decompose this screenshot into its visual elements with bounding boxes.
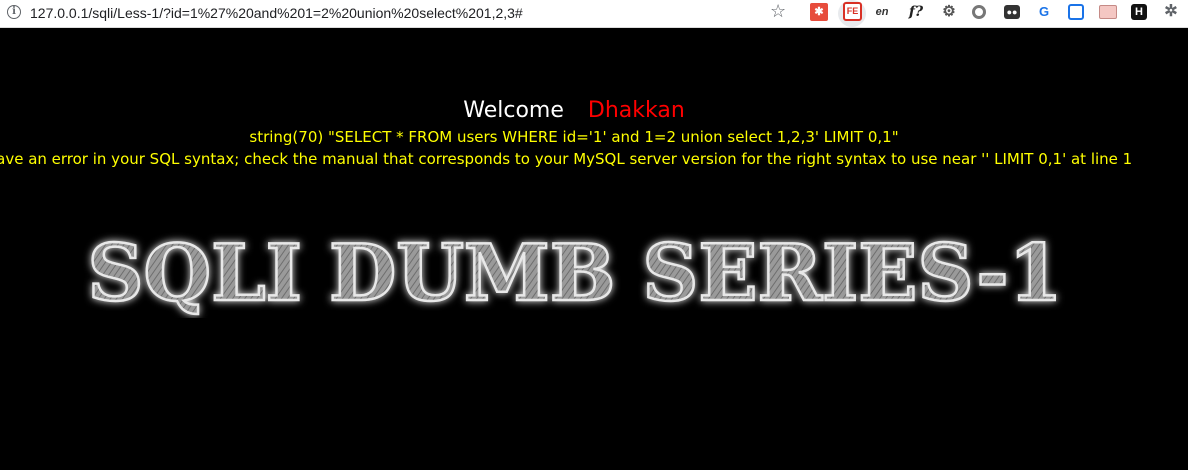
puzzle-icon[interactable]: ✲ (1162, 3, 1180, 21)
circle-icon[interactable] (972, 5, 986, 19)
fe-helper-icon[interactable]: FE (843, 2, 862, 21)
query-dump: string(70) "SELECT * FROM users WHERE id… (249, 128, 899, 146)
browser-toolbar: i 127.0.0.1/sqli/Less-1/?id=1%27%20and%2… (0, 0, 1188, 28)
banner-title: SQLI DUMB SERIES-1 (86, 228, 1064, 318)
site-info-icon[interactable]: i (7, 5, 21, 19)
welcome-text: Welcome (463, 98, 564, 123)
gear-icon[interactable]: ⚙ (940, 3, 958, 21)
google-translate-icon[interactable]: G (1035, 3, 1053, 21)
h-icon[interactable]: H (1131, 4, 1147, 20)
welcome-line: Welcome Dhakkan (0, 98, 1148, 123)
sql-error-message: You have an error in your SQL syntax; ch… (0, 150, 1133, 168)
user-name: Dhakkan (587, 98, 685, 123)
note-icon[interactable] (1099, 5, 1117, 19)
address-bar[interactable]: 127.0.0.1/sqli/Less-1/?id=1%27%20and%201… (30, 3, 750, 23)
function-icon[interactable]: f? (905, 3, 927, 21)
tampermonkey-icon[interactable]: ●● (1004, 5, 1020, 19)
banner-text: SQLI DUMB SERIES-1 (88, 228, 1063, 318)
screenshot-icon[interactable] (1068, 4, 1084, 20)
ext-red-icon[interactable]: ✱ (810, 3, 828, 21)
bookmark-star-icon[interactable]: ☆ (770, 1, 786, 22)
translate-en-icon[interactable]: en (873, 3, 891, 21)
